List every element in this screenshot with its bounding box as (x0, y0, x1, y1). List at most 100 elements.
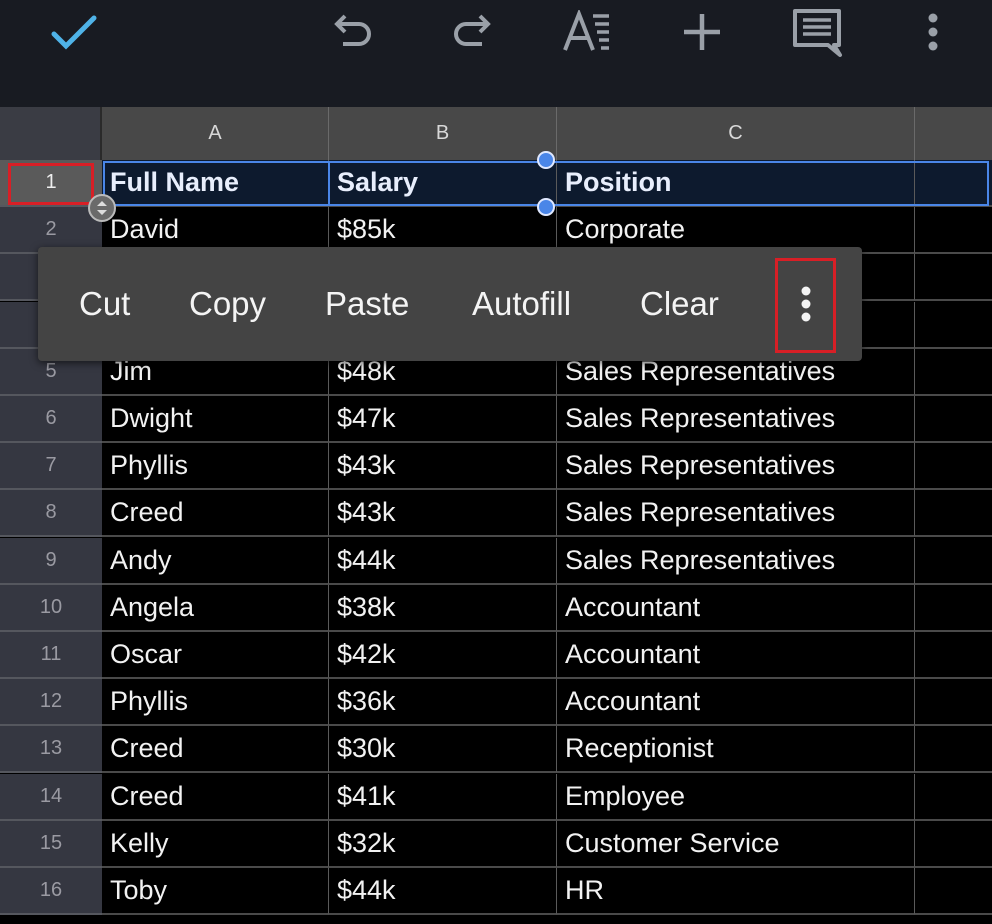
cell-empty[interactable] (915, 160, 992, 207)
cell-salary[interactable]: $43k (329, 443, 557, 491)
text-format-icon[interactable] (557, 8, 617, 56)
cell-name[interactable]: Creed (102, 490, 329, 538)
row-header[interactable]: 12 (0, 679, 102, 727)
table-row: 16 Toby $44k HR (0, 868, 992, 915)
cell-empty[interactable] (915, 679, 992, 727)
cell-empty[interactable] (915, 820, 992, 868)
cell-position[interactable]: Receptionist (557, 726, 915, 774)
comment-icon[interactable] (788, 8, 848, 57)
cell-name[interactable]: Angela (102, 584, 329, 632)
cell-salary[interactable]: $38k (329, 584, 557, 632)
cell-empty[interactable] (915, 537, 992, 585)
cell-name[interactable]: Full Name (102, 160, 329, 207)
cell-salary[interactable]: $44k (329, 537, 557, 585)
cell-empty[interactable] (915, 584, 992, 632)
cell-salary[interactable]: $44k (329, 868, 557, 915)
cell-empty[interactable] (915, 490, 992, 538)
menu-item-clear[interactable]: Clear (640, 247, 719, 361)
undo-icon[interactable] (325, 8, 385, 56)
column-header-b[interactable]: B (329, 107, 557, 160)
cell-position[interactable]: Sales Representatives (557, 537, 915, 585)
menu-item-copy[interactable]: Copy (189, 247, 266, 361)
row-header[interactable]: 16 (0, 868, 102, 915)
cell-position[interactable]: Accountant (557, 584, 915, 632)
cell-position[interactable]: Customer Service (557, 820, 915, 868)
cell-empty[interactable] (915, 726, 992, 774)
row-header[interactable]: 13 (0, 726, 102, 774)
cell-empty[interactable] (915, 773, 992, 821)
menu-item-cut[interactable]: Cut (79, 247, 130, 361)
cell-empty[interactable] (915, 301, 992, 349)
cell-salary[interactable]: $42k (329, 632, 557, 679)
check-icon[interactable] (44, 8, 104, 56)
table-row: 10 Angela $38k Accountant (0, 584, 992, 632)
row-header[interactable]: 1 (0, 160, 102, 207)
cell-position[interactable]: Sales Representatives (557, 396, 915, 443)
row-header[interactable]: 9 (0, 537, 102, 585)
cell-name[interactable]: Dwight (102, 396, 329, 443)
menu-more-button[interactable] (777, 247, 835, 361)
cell-empty[interactable] (915, 632, 992, 679)
cell-name[interactable]: Phyllis (102, 443, 329, 491)
row-header[interactable]: 6 (0, 396, 102, 443)
cell-name[interactable]: Kelly (102, 820, 329, 868)
table-row: 11 Oscar $42k Accountant (0, 632, 992, 679)
cell-name[interactable]: Creed (102, 773, 329, 821)
table-row: 13 Creed $30k Receptionist (0, 726, 992, 774)
row-header[interactable]: 10 (0, 584, 102, 632)
row-header[interactable]: 11 (0, 632, 102, 679)
table-row: 6 Dwight $47k Sales Representatives (0, 396, 992, 443)
cell-name[interactable]: Phyllis (102, 679, 329, 727)
table-row: 9 Andy $44k Sales Representatives (0, 537, 992, 585)
redo-icon[interactable] (440, 8, 500, 56)
row-header[interactable]: 8 (0, 490, 102, 538)
row-header[interactable]: 15 (0, 820, 102, 868)
column-header-c[interactable]: C (557, 107, 915, 160)
menu-item-paste[interactable]: Paste (325, 247, 409, 361)
column-header-d[interactable] (915, 107, 992, 160)
cell-position[interactable]: Accountant (557, 632, 915, 679)
menu-item-autofill[interactable]: Autofill (472, 247, 571, 361)
row-header[interactable]: 14 (0, 773, 102, 821)
cell-empty[interactable] (915, 443, 992, 491)
selection-handle-bottom[interactable] (537, 198, 555, 216)
cell-empty[interactable] (915, 868, 992, 915)
spreadsheet-grid: A B C 1 Full Name Salary Position 2 David $85k… (0, 107, 992, 924)
cell-position[interactable]: Sales Representatives (557, 490, 915, 538)
table-row: 8 Creed $43k Sales Representatives (0, 490, 992, 538)
cell-position[interactable]: HR (557, 868, 915, 915)
cell-salary[interactable]: $43k (329, 490, 557, 538)
resize-arrows-icon (97, 201, 107, 215)
cell-salary[interactable]: $30k (329, 726, 557, 774)
row-resize-handle[interactable] (88, 194, 116, 222)
cell-position[interactable]: Position (557, 160, 915, 207)
more-vert-icon[interactable] (903, 8, 963, 56)
cell-salary[interactable]: $32k (329, 820, 557, 868)
cell-salary[interactable]: $41k (329, 773, 557, 821)
column-header-a[interactable]: A (102, 107, 329, 160)
row-header[interactable]: 7 (0, 443, 102, 491)
cell-position[interactable]: Accountant (557, 679, 915, 727)
cell-name[interactable]: Toby (102, 868, 329, 915)
table-row: 15 Kelly $32k Customer Service (0, 820, 992, 868)
cell-empty[interactable] (915, 254, 992, 302)
table-row: 14 Creed $41k Employee (0, 773, 992, 821)
cell-name[interactable]: Oscar (102, 632, 329, 679)
cell-salary[interactable]: $36k (329, 679, 557, 727)
cell-empty[interactable] (915, 207, 992, 255)
more-vert-icon (801, 286, 811, 322)
select-all-corner[interactable] (0, 107, 102, 160)
add-icon[interactable] (672, 8, 732, 56)
context-menu: Cut Copy Paste Autofill Clear (38, 247, 862, 361)
cell-salary[interactable]: Salary (329, 160, 557, 207)
cell-name[interactable]: Creed (102, 726, 329, 774)
cell-position[interactable]: Employee (557, 773, 915, 821)
cell-empty[interactable] (915, 348, 992, 396)
cell-empty[interactable] (915, 396, 992, 443)
table-row: 7 Phyllis $43k Sales Representatives (0, 443, 992, 491)
table-row: 12 Phyllis $36k Accountant (0, 679, 992, 727)
cell-position[interactable]: Sales Representatives (557, 443, 915, 491)
cell-salary[interactable]: $47k (329, 396, 557, 443)
cell-name[interactable]: Andy (102, 537, 329, 585)
selection-handle-top[interactable] (537, 151, 555, 169)
